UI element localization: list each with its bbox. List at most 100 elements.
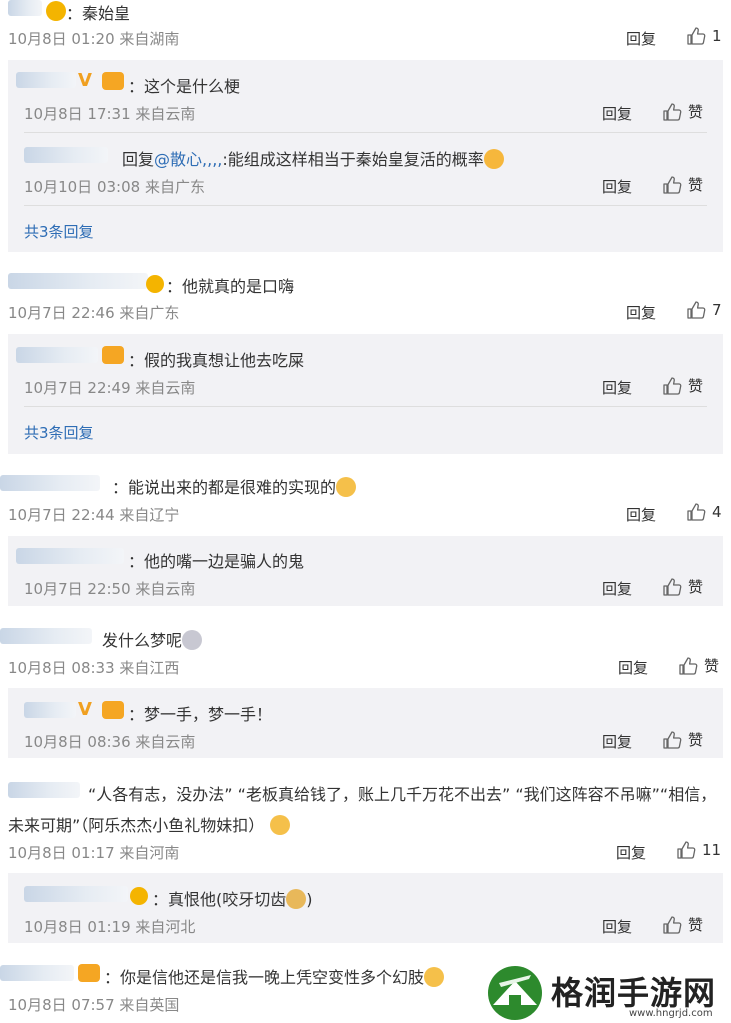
like-button[interactable]: 赞 xyxy=(662,375,703,396)
like-button[interactable]: 赞 xyxy=(662,174,703,195)
reply-text: ：梦一手，梦一手！ xyxy=(128,705,273,724)
thumbs-up-icon xyxy=(686,300,706,320)
reply-time: 10月7日 22:49 来自云南 xyxy=(24,379,196,397)
watermark: 格润手游网 www.hngrjd.com xyxy=(479,962,731,1023)
crown-badge-icon xyxy=(102,72,124,91)
comment-text-line2: 未来可期”（阿乐杰杰小鱼礼物妹扣） xyxy=(8,812,291,836)
like-button[interactable]: 11 xyxy=(676,840,721,860)
like-count: 4 xyxy=(712,503,722,521)
like-label: 赞 xyxy=(688,916,704,934)
vip-badge-icon: V xyxy=(78,70,92,91)
like-label: 赞 xyxy=(688,731,704,749)
like-button[interactable]: 4 xyxy=(686,502,722,522)
divider xyxy=(24,406,707,407)
reply-button[interactable]: 回复 xyxy=(626,302,656,323)
emoji-icon xyxy=(130,886,148,905)
comment-time: 10月8日 01:20 来自湖南 xyxy=(8,30,180,48)
comment-text: ：你是信他还是信我一晚上凭空变性多个幻肢 xyxy=(104,964,445,988)
reply-time: 10月8日 01:19 来自河北 xyxy=(24,918,196,936)
like-button[interactable]: 赞 xyxy=(662,914,703,935)
like-button[interactable]: 赞 xyxy=(662,729,703,750)
reply-text: ：真恨他(咬牙切齿) xyxy=(152,889,313,909)
thumbs-up-icon xyxy=(662,175,682,195)
thumbs-up-icon xyxy=(678,656,698,676)
reply-button[interactable]: 回复 xyxy=(602,916,632,937)
comment-time: 10月8日 07:57 来自英国 xyxy=(8,996,180,1014)
reply-button[interactable]: 回复 xyxy=(602,578,632,599)
emoji-icon xyxy=(424,967,445,987)
reply-button[interactable]: 回复 xyxy=(602,377,632,398)
comment-text-line1: “人各有志，没办法” “老板真给钱了，账上几千万花不出去” “我们这阵容不吊嘛”… xyxy=(88,785,717,804)
emoji-icon xyxy=(46,1,66,21)
reply-time: 10月8日 08:36 来自云南 xyxy=(24,733,196,751)
reply-button[interactable]: 回复 xyxy=(616,842,646,863)
thumbs-up-icon xyxy=(662,915,682,935)
thumbs-up-icon xyxy=(662,730,682,750)
thumbs-up-icon xyxy=(686,26,706,46)
user-name-blurred[interactable] xyxy=(8,782,80,798)
user-name-blurred[interactable] xyxy=(24,886,128,902)
like-count: 7 xyxy=(712,301,722,319)
reply-button[interactable]: 回复 xyxy=(602,103,632,124)
thumbs-up-icon xyxy=(662,376,682,396)
reply-text: 回复@散心,,,,:能组成这样相当于秦始皇复活的概率 xyxy=(122,146,504,170)
user-name-blurred[interactable] xyxy=(0,475,100,491)
emoji-icon xyxy=(270,815,291,835)
comment-text: 发什么梦呢 xyxy=(102,627,203,651)
user-name-blurred[interactable] xyxy=(0,628,92,644)
like-button[interactable]: 7 xyxy=(686,300,722,320)
thumbs-up-icon xyxy=(662,577,682,597)
like-count: 11 xyxy=(702,841,722,859)
user-name-blurred[interactable] xyxy=(16,347,98,363)
thumbs-up-icon xyxy=(686,502,706,522)
comment-text: ：秦始皇 xyxy=(66,4,131,23)
like-button[interactable]: 赞 xyxy=(678,655,719,676)
like-label: 赞 xyxy=(688,578,704,596)
thumbs-up-icon xyxy=(676,840,696,860)
emoji-icon xyxy=(146,274,164,293)
user-name-blurred[interactable] xyxy=(8,273,148,289)
reply-time: 10月10日 03:08 来自广东 xyxy=(24,178,205,196)
user-name-blurred[interactable] xyxy=(16,548,124,564)
reply-button[interactable]: 回复 xyxy=(602,731,632,752)
like-label: 赞 xyxy=(688,377,704,395)
like-label: 赞 xyxy=(704,657,720,675)
emoji-icon xyxy=(182,630,203,650)
site-logo-icon xyxy=(488,966,542,1020)
comment-text: ：他就真的是口嗨 xyxy=(166,277,295,296)
reply-button[interactable]: 回复 xyxy=(602,176,632,197)
more-replies-link[interactable]: 共3条回复 xyxy=(24,221,94,242)
more-replies-link[interactable]: 共3条回复 xyxy=(24,422,94,443)
comment-time: 10月7日 22:44 来自辽宁 xyxy=(8,506,180,524)
divider xyxy=(24,205,707,206)
user-name-blurred[interactable] xyxy=(24,147,108,163)
divider xyxy=(24,132,707,133)
mention-link[interactable]: @散心,,,, xyxy=(154,150,222,169)
crown-badge-icon xyxy=(102,701,124,720)
reply-button[interactable]: 回复 xyxy=(626,504,656,525)
reply-text: ：他的嘴一边是骗人的鬼 xyxy=(128,552,305,571)
emoji-icon xyxy=(286,889,307,909)
comment-time: 10月7日 22:46 来自广东 xyxy=(8,304,180,322)
emoji-icon xyxy=(483,149,504,169)
reply-time: 10月8日 17:31 来自云南 xyxy=(24,105,196,123)
comment-text: ：能说出来的都是很难的实现的 xyxy=(112,474,357,498)
reply-button[interactable]: 回复 xyxy=(618,657,648,678)
user-name-blurred[interactable] xyxy=(16,72,76,88)
like-button[interactable]: 赞 xyxy=(662,101,703,122)
like-label: 赞 xyxy=(688,103,704,121)
vip-badge-icon: V xyxy=(78,699,92,720)
user-name-blurred[interactable] xyxy=(8,0,42,16)
like-button[interactable]: 1 xyxy=(686,26,722,46)
user-name-blurred[interactable] xyxy=(24,702,76,718)
comment-time: 10月8日 01:17 来自河南 xyxy=(8,844,180,862)
emoji-icon xyxy=(336,477,357,497)
crown-badge-icon xyxy=(102,346,124,365)
user-name-blurred[interactable] xyxy=(0,965,74,981)
like-button[interactable]: 赞 xyxy=(662,576,703,597)
reply-text: ：这个是什么梗 xyxy=(128,77,241,96)
like-label: 赞 xyxy=(688,176,704,194)
watermark-url: www.hngrjd.com xyxy=(629,1008,713,1019)
reply-button[interactable]: 回复 xyxy=(626,28,656,49)
reply-text: ：假的我真想让他去吃屎 xyxy=(128,351,305,370)
